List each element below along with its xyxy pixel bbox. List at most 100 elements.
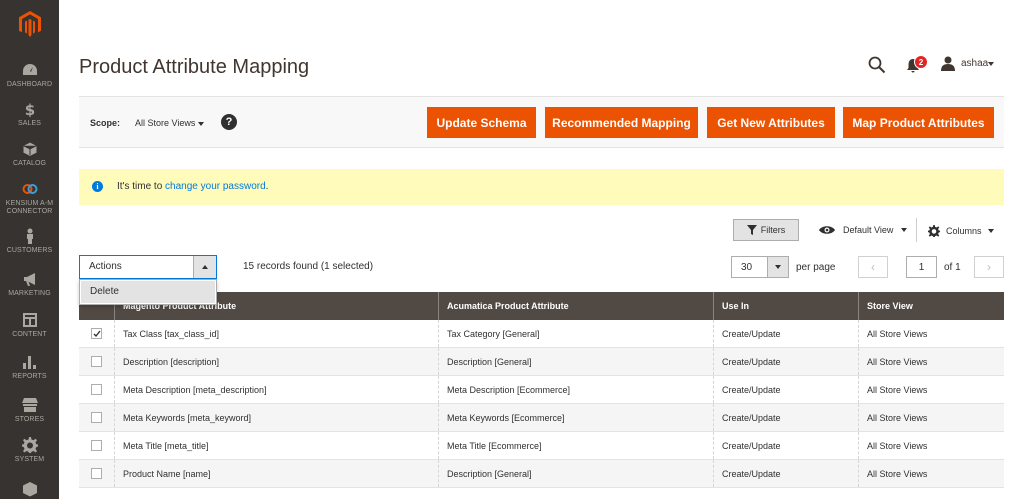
mass-actions-menu: Delete <box>79 279 217 305</box>
magento-attribute-cell: Meta Description [meta_description] <box>114 376 438 403</box>
sidebar-item-customers[interactable]: CUSTOMERS <box>0 228 59 255</box>
table-row[interactable]: Meta Title [meta_title] Meta Title [Ecomm… <box>79 432 1004 460</box>
dashboard-icon <box>22 64 37 75</box>
chevron-down-icon[interactable] <box>198 122 204 126</box>
sidebar-item-label: CUSTOMERS <box>6 247 53 254</box>
megaphone-icon <box>23 273 35 286</box>
acumatica-attribute-cell: Description [General] <box>438 348 713 375</box>
per-page-value: 30 <box>741 262 753 273</box>
divider <box>916 218 917 242</box>
sidebar-item-sales[interactable]: $ SALES <box>0 101 59 128</box>
recommended-mapping-button[interactable]: Recommended Mapping <box>545 107 698 138</box>
sidebar-item-catalog[interactable]: CATALOG <box>0 141 59 168</box>
mass-actions-toggle[interactable] <box>193 256 216 278</box>
check-icon <box>93 330 101 337</box>
per-page-toggle[interactable] <box>767 257 788 277</box>
table-row[interactable]: Meta Keywords [meta_keyword] Meta Keyword… <box>79 404 1004 432</box>
table-row[interactable]: Meta Description [meta_description] Meta … <box>79 376 1004 404</box>
use-in-cell: Create/Update <box>713 404 858 431</box>
table-row[interactable]: Description [description] Description [Ge… <box>79 348 1004 376</box>
gear-icon <box>928 225 940 237</box>
admin-sidebar: DASHBOARD $ SALES CATALOG KENSIUM A-M CO… <box>0 0 59 499</box>
search-icon[interactable] <box>868 56 886 74</box>
table-row[interactable]: Product Name [name] Description [General]… <box>79 460 1004 488</box>
use-in-cell: Create/Update <box>713 460 858 487</box>
chevron-down-icon <box>775 265 781 269</box>
filters-label: Filters <box>760 225 786 235</box>
row-checkbox[interactable] <box>91 440 102 451</box>
chevron-down-icon <box>987 229 994 233</box>
box-icon <box>22 482 37 497</box>
sidebar-item-system[interactable]: SYSTEM <box>0 437 59 464</box>
map-product-attributes-button[interactable]: Map Product Attributes <box>843 107 994 138</box>
sidebar-item-kensium-connector[interactable]: KENSIUM A-M CONNECTOR <box>0 181 59 216</box>
sidebar-item-marketing[interactable]: MARKETING <box>0 271 59 298</box>
view-switcher[interactable]: Default View <box>819 225 908 235</box>
acumatica-attribute-cell: Meta Description [Ecommerce] <box>438 376 713 403</box>
use-in-cell: Create/Update <box>713 376 858 403</box>
get-new-attributes-button[interactable]: Get New Attributes <box>707 107 835 138</box>
page-number-input[interactable]: 1 <box>906 256 937 278</box>
delete-action[interactable]: Delete <box>81 281 215 303</box>
sidebar-item-label: SALES <box>17 120 42 127</box>
table-body: Tax Class [tax_class_id] Tax Category [Ge… <box>79 320 1004 488</box>
sidebar-item-more[interactable] <box>0 481 59 499</box>
change-password-link[interactable]: change your password <box>165 181 266 192</box>
row-checkbox[interactable] <box>91 468 102 479</box>
sidebar-item-reports[interactable]: REPORTS <box>0 354 59 381</box>
use-in-cell: Create/Update <box>713 320 858 347</box>
records-count: 15 records found (1 selected) <box>243 261 374 272</box>
scope-switcher[interactable]: All Store Views <box>135 118 195 128</box>
store-view-cell: All Store Views <box>858 348 1004 375</box>
per-page-label: per page <box>796 262 836 273</box>
sidebar-item-stores[interactable]: STORES <box>0 397 59 424</box>
column-header[interactable]: Acumatica Product Attribute <box>438 292 713 320</box>
layout-icon <box>22 313 37 327</box>
message-text: It's time to change your password. <box>117 181 268 192</box>
row-checkbox[interactable] <box>91 384 102 395</box>
row-checkbox-cell <box>79 348 114 375</box>
row-checkbox[interactable] <box>91 412 102 423</box>
notification-count-badge[interactable]: 2 <box>914 55 928 69</box>
sidebar-item-label: MARKETING <box>8 290 51 297</box>
columns-control[interactable]: Columns <box>928 225 994 237</box>
sidebar-item-label: REPORTS <box>12 373 47 380</box>
sidebar-item-label: SYSTEM <box>14 456 45 463</box>
chevron-left-icon: ‹ <box>871 260 875 274</box>
eye-icon <box>819 226 835 234</box>
chevron-right-icon: › <box>987 260 991 274</box>
row-checkbox-cell <box>79 376 114 403</box>
user-icon[interactable] <box>941 56 955 71</box>
table-row[interactable]: Tax Class [tax_class_id] Tax Category [Ge… <box>79 320 1004 348</box>
mass-actions-label: Actions <box>89 261 122 272</box>
magento-attribute-cell: Product Name [name] <box>114 460 438 487</box>
acumatica-attribute-cell: Tax Category [General] <box>438 320 713 347</box>
previous-page-button[interactable]: ‹ <box>858 256 888 278</box>
help-icon[interactable]: ? <box>221 114 237 130</box>
sidebar-item-label: KENSIUM A-M CONNECTOR <box>5 200 54 215</box>
acumatica-attribute-cell: Meta Keywords [Ecommerce] <box>438 404 713 431</box>
sidebar-item-dashboard[interactable]: DASHBOARD <box>0 62 59 89</box>
filters-button[interactable]: Filters <box>733 219 799 241</box>
user-name[interactable]: ashaa <box>961 58 988 69</box>
box-icon <box>22 141 37 157</box>
column-header[interactable]: Use In <box>713 292 858 320</box>
update-schema-button[interactable]: Update Schema <box>427 107 536 138</box>
gear-icon <box>21 437 38 453</box>
sidebar-item-content[interactable]: CONTENT <box>0 312 59 339</box>
info-icon: i <box>92 181 103 192</box>
store-view-cell: All Store Views <box>858 376 1004 403</box>
message-suffix: . <box>265 181 269 192</box>
row-checkbox[interactable] <box>91 356 102 367</box>
acumatica-attribute-cell: Meta Title [Ecommerce] <box>438 432 713 459</box>
data-grid: Magento Product Attribute Acumatica Prod… <box>79 292 1004 488</box>
row-checkbox-cell <box>79 432 114 459</box>
row-checkbox[interactable] <box>91 328 102 339</box>
next-page-button[interactable]: › <box>974 256 1004 278</box>
magento-logo[interactable] <box>0 0 59 48</box>
chevron-down-icon[interactable] <box>988 62 994 66</box>
column-header[interactable]: Store View <box>858 292 1004 320</box>
svg-text:$: $ <box>24 101 34 117</box>
row-checkbox-cell <box>79 460 114 487</box>
dollar-icon: $ <box>24 101 34 117</box>
